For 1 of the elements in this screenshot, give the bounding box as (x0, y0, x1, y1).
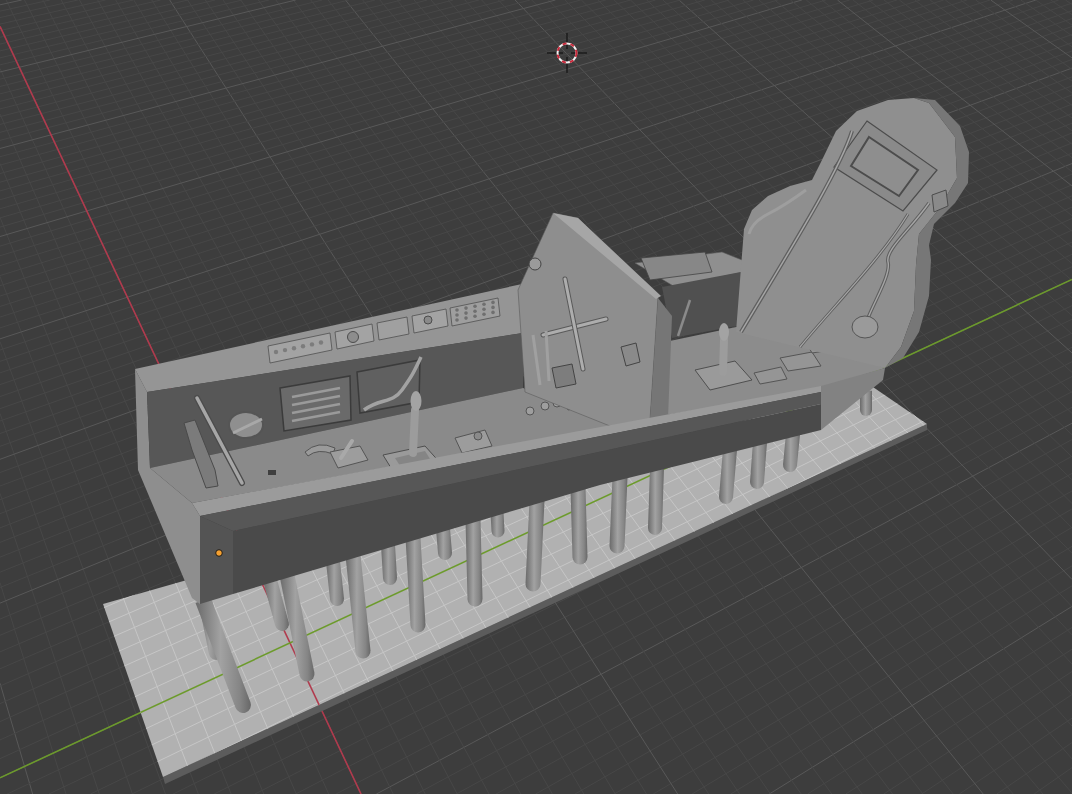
cursor-3d-icon[interactable] (546, 32, 588, 74)
